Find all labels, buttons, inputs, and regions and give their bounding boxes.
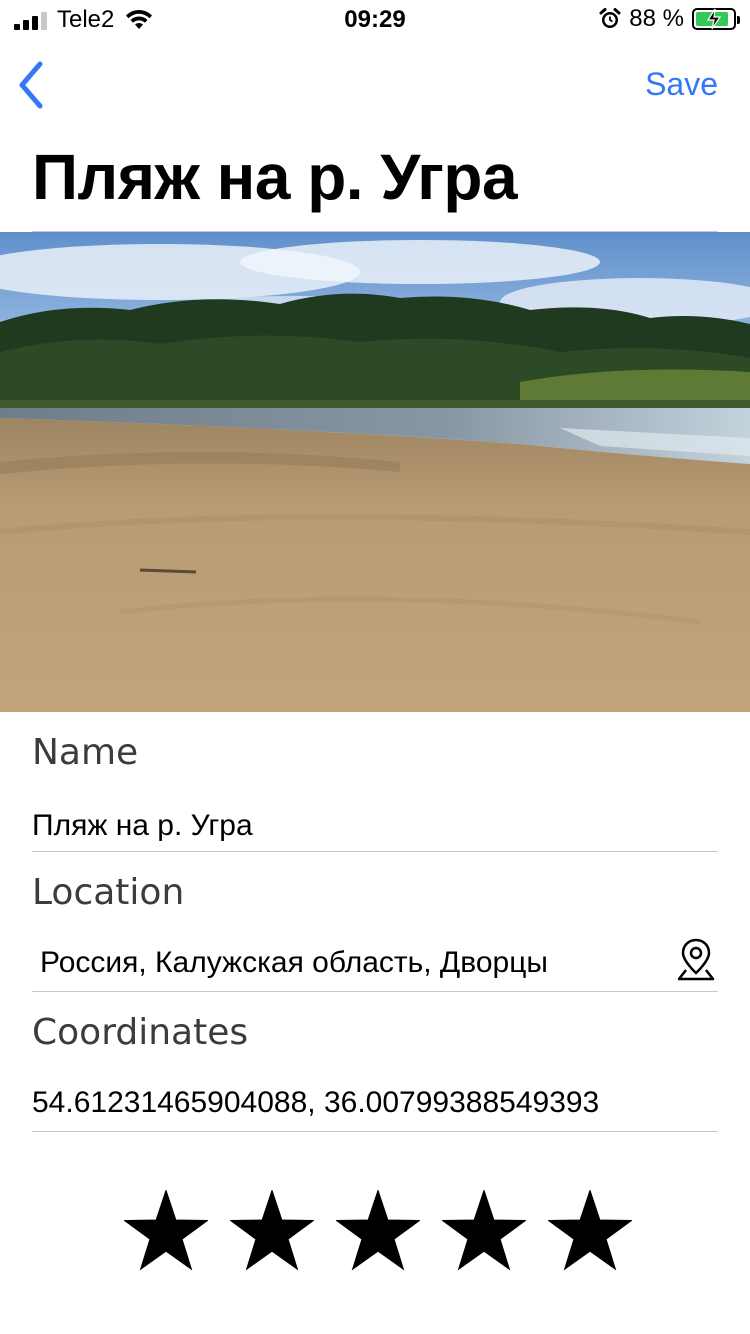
page-title: Пляж на р. Угра — [32, 141, 518, 213]
place-detail-screen: Tele2 09:29 88 % Save Пляж на р. Угра Na… — [0, 0, 750, 1334]
status-bar: Tele2 09:29 88 % — [0, 0, 750, 40]
coordinates-value: 54.61231465904088, 36.00799388549393 — [32, 1086, 600, 1119]
coordinates-divider — [32, 1131, 718, 1132]
name-field[interactable] — [32, 806, 692, 846]
star-rating — [124, 1190, 632, 1274]
place-photo[interactable]: 280 — [0, 232, 750, 712]
star-icon[interactable] — [230, 1190, 314, 1274]
maps-app-icon: 280 — [623, 631, 713, 712]
location-label: Location — [32, 872, 185, 913]
alarm-icon — [599, 8, 621, 28]
star-icon[interactable] — [548, 1190, 632, 1274]
location-pin-button[interactable] — [676, 936, 716, 982]
back-button[interactable] — [14, 58, 54, 112]
star-icon[interactable] — [124, 1190, 208, 1274]
battery-percent: 88 % — [629, 5, 684, 32]
name-label: Name — [32, 732, 139, 773]
location-divider — [32, 991, 718, 992]
save-button[interactable]: Save — [645, 66, 718, 103]
location-value[interactable]: Россия, Калужская область, Дворцы — [40, 946, 548, 980]
location-pin-icon — [677, 938, 715, 981]
star-icon[interactable] — [336, 1190, 420, 1274]
name-divider — [32, 851, 718, 852]
navigation-bar: Save — [0, 40, 750, 130]
star-icon[interactable] — [442, 1190, 526, 1274]
status-right: 88 % — [599, 5, 740, 33]
coordinates-label: Coordinates — [32, 1012, 249, 1053]
chevron-left-icon — [19, 61, 43, 109]
battery-icon — [692, 8, 740, 30]
